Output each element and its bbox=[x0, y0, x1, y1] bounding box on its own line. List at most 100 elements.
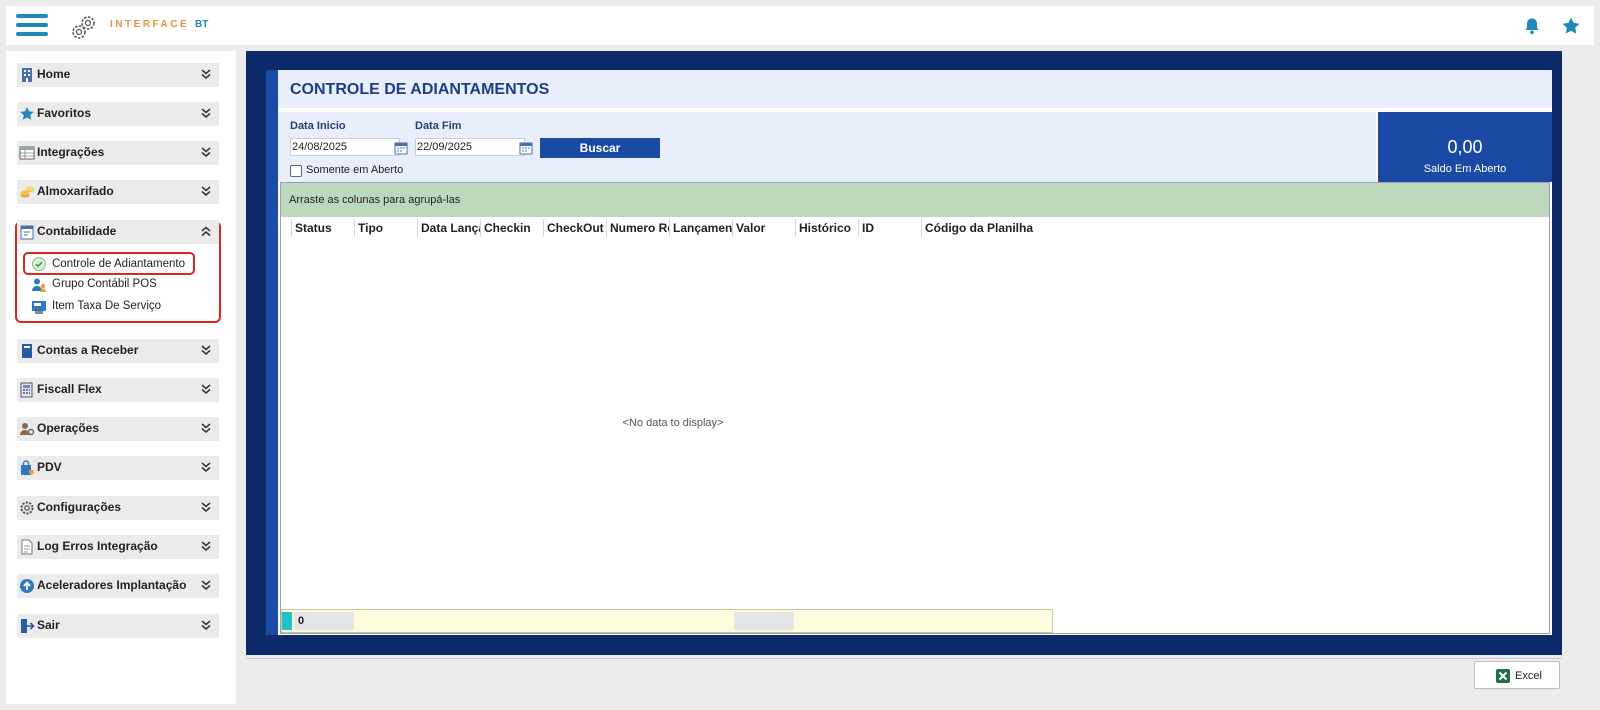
sidebar-item-pdv[interactable]: PDV bbox=[17, 456, 219, 480]
chevron-down-icon bbox=[201, 423, 211, 433]
column-header-historico[interactable]: Histórico bbox=[795, 219, 858, 237]
sidebar-item-log-erros[interactable]: Log Erros Integração bbox=[17, 535, 219, 559]
chevron-up-icon bbox=[201, 226, 211, 237]
only-open-checkbox[interactable] bbox=[290, 165, 302, 177]
empty-grid-message: <No data to display> bbox=[622, 417, 724, 429]
calculator-icon bbox=[20, 382, 33, 398]
end-date-input[interactable]: 22/09/2025 bbox=[415, 138, 525, 156]
sidebar-item-contas-receber[interactable]: Contas a Receber bbox=[17, 339, 219, 363]
column-header-codigo-planilha[interactable]: Código da Planilha bbox=[921, 219, 1061, 237]
excel-export-button[interactable]: Excel bbox=[1474, 661, 1560, 689]
column-header-tipo[interactable]: Tipo bbox=[354, 219, 417, 237]
grid-footer: 0 bbox=[281, 609, 1053, 633]
saldo-value: 0,00 bbox=[1447, 137, 1483, 157]
footer-summary-cell bbox=[734, 612, 794, 630]
sidebar-item-operacoes[interactable]: Operações bbox=[17, 417, 219, 441]
logo-suffix: BT bbox=[195, 19, 209, 30]
sidebar-item-label: Integrações bbox=[37, 145, 105, 159]
sidebar-item-fiscall-flex[interactable]: Fiscall Flex bbox=[17, 378, 219, 402]
only-open-label: Somente em Aberto bbox=[306, 164, 404, 176]
sidebar-item-label: Favoritos bbox=[37, 106, 92, 120]
page-title: CONTROLE DE ADIANTAMENTOS bbox=[290, 81, 550, 98]
sidebar-item-label: Home bbox=[37, 67, 71, 81]
excel-label: Excel bbox=[1515, 670, 1542, 682]
check-circle-icon bbox=[32, 257, 46, 271]
column-header-data-lancamento[interactable]: Data Lançamento bbox=[417, 219, 480, 237]
hamburger-menu-icon[interactable] bbox=[16, 12, 48, 38]
chevron-down-icon bbox=[201, 541, 211, 551]
sidebar: Home Favoritos Integrações Almoxarifado … bbox=[6, 51, 236, 704]
chevron-down-icon bbox=[201, 69, 211, 79]
chevron-down-icon bbox=[201, 186, 211, 196]
chevron-down-icon bbox=[201, 620, 211, 630]
chevron-down-icon bbox=[201, 108, 211, 118]
sidebar-item-favoritos[interactable]: Favoritos bbox=[17, 102, 219, 126]
calendar-icon[interactable] bbox=[519, 141, 533, 155]
sidebar-item-integracoes[interactable]: Integrações bbox=[17, 141, 219, 165]
sidebar-item-label: Fiscall Flex bbox=[37, 382, 102, 396]
sidebar-item-label: Almoxarifado bbox=[37, 184, 114, 198]
document-icon bbox=[21, 539, 33, 555]
chevron-down-icon bbox=[201, 384, 211, 394]
excel-icon bbox=[1496, 669, 1510, 683]
column-header-numero-reserva[interactable]: Numero Reserva bbox=[606, 219, 669, 237]
title-bar: CONTROLE DE ADIANTAMENTOS bbox=[278, 70, 1552, 110]
footer-count: 0 bbox=[294, 612, 354, 630]
start-date-input[interactable]: 24/08/2025 bbox=[290, 138, 400, 156]
sidebar-item-sair[interactable]: Sair bbox=[17, 614, 219, 638]
star-icon[interactable] bbox=[1561, 16, 1581, 36]
sidebar-item-contabilidade[interactable]: Contabilidade bbox=[17, 220, 219, 244]
footer-indicator bbox=[282, 612, 292, 630]
sidebar-item-configuracoes[interactable]: Configurações bbox=[17, 496, 219, 520]
saldo-panel: 0,00 Saldo Em Aberto bbox=[1378, 112, 1552, 182]
saldo-label: Saldo Em Aberto bbox=[1423, 163, 1507, 175]
group-panel[interactable]: Arraste as colunas para agrupá-las bbox=[281, 183, 1549, 217]
sidebar-item-label: PDV bbox=[37, 460, 62, 474]
bottom-divider bbox=[246, 658, 1562, 659]
bell-icon[interactable] bbox=[1523, 17, 1541, 35]
sidebar-item-label: Contabilidade bbox=[37, 224, 117, 238]
pos-terminal-icon bbox=[32, 301, 46, 314]
column-header-checkout[interactable]: CheckOut bbox=[543, 219, 606, 237]
chevron-down-icon bbox=[201, 345, 211, 355]
sub-item-label: Grupo Contábil POS bbox=[52, 278, 157, 290]
sub-item-label: Controle de Adiantamento bbox=[52, 258, 185, 270]
chevron-down-icon bbox=[201, 147, 211, 157]
sidebar-item-label: Sair bbox=[37, 618, 60, 632]
calendar-doc-icon bbox=[20, 225, 34, 240]
chevron-down-icon bbox=[201, 580, 211, 590]
arrow-up-circle-icon bbox=[20, 579, 34, 593]
chevron-down-icon bbox=[201, 462, 211, 472]
calendar-icon[interactable] bbox=[394, 141, 408, 155]
sidebar-item-home[interactable]: Home bbox=[17, 63, 219, 87]
coins-icon bbox=[20, 186, 34, 198]
column-header-id[interactable]: ID bbox=[858, 219, 921, 237]
column-header-checkin[interactable]: Checkin bbox=[480, 219, 543, 237]
sidebar-item-label: Configurações bbox=[37, 500, 122, 514]
gears-logo-icon bbox=[72, 16, 95, 39]
sidebar-item-label: Contas a Receber bbox=[37, 343, 139, 357]
sub-item-controle-adiantamento[interactable]: Controle de Adiantamento bbox=[23, 252, 195, 275]
sidebar-item-label: Operações bbox=[37, 421, 100, 435]
logo-text: INTERFACE bbox=[110, 19, 190, 30]
shopping-bag-icon bbox=[21, 460, 34, 475]
sidebar-item-label: Aceleradores Implantação bbox=[37, 578, 187, 592]
chevron-down-icon bbox=[201, 502, 211, 512]
top-bar: INTERFACE BT bbox=[6, 6, 1594, 45]
group-hint: Arraste as colunas para agrupá-las bbox=[289, 194, 461, 206]
column-header-valor[interactable]: Valor bbox=[732, 219, 795, 237]
user-group-icon bbox=[32, 278, 46, 292]
star-icon bbox=[20, 107, 34, 120]
sidebar-item-almoxarifado[interactable]: Almoxarifado bbox=[17, 180, 219, 204]
column-header-lancamento[interactable]: Lançamento bbox=[669, 219, 732, 237]
users-gear-icon bbox=[20, 423, 35, 436]
book-icon bbox=[22, 344, 32, 358]
filter-area: Data Inicio 24/08/2025 Data Fim 22/09/20… bbox=[278, 112, 1376, 182]
gear-icon bbox=[20, 501, 34, 515]
search-button[interactable]: Buscar bbox=[540, 138, 660, 158]
data-grid: Arraste as colunas para agrupá-las Statu… bbox=[280, 182, 1550, 634]
building-icon bbox=[22, 68, 32, 82]
column-header-status[interactable]: Status bbox=[291, 219, 354, 237]
sidebar-item-label: Log Erros Integração bbox=[37, 539, 158, 553]
sidebar-item-aceleradores[interactable]: Aceleradores Implantação bbox=[17, 574, 219, 598]
